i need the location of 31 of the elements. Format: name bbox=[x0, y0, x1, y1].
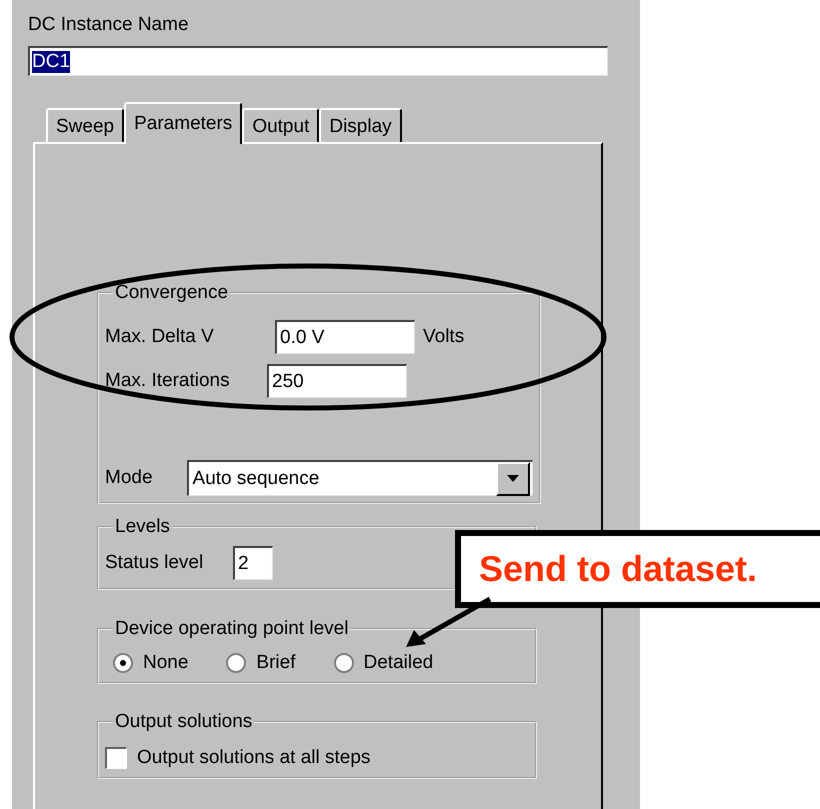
radio-label: None bbox=[143, 652, 188, 674]
radio-label: Brief bbox=[256, 652, 296, 674]
group-title: Levels bbox=[114, 516, 171, 538]
tab[interactable]: Parameters bbox=[124, 102, 242, 144]
radio-button[interactable] bbox=[226, 653, 246, 673]
field-label: Mode bbox=[105, 467, 153, 489]
checkbox-label: Output solutions at all steps bbox=[137, 747, 370, 769]
dropdown-button[interactable] bbox=[496, 462, 530, 496]
checkbox[interactable] bbox=[105, 747, 127, 769]
unit-label: Volts bbox=[423, 326, 464, 348]
arrow-icon bbox=[404, 596, 494, 648]
radio-button[interactable] bbox=[113, 653, 133, 673]
radio-label: Detailed bbox=[364, 652, 434, 674]
radio-button[interactable] bbox=[334, 653, 354, 673]
tab[interactable]: Display bbox=[319, 108, 402, 142]
max-delta-v-field[interactable]: 0.0 V bbox=[275, 320, 415, 354]
field-label: Max. Delta V bbox=[105, 326, 215, 348]
field-label: Max. Iterations bbox=[105, 370, 231, 392]
max-iterations-field[interactable]: 250 bbox=[267, 364, 407, 398]
tab[interactable]: Sweep bbox=[46, 108, 124, 142]
group-title: Device operating point level bbox=[114, 618, 350, 640]
group-title: Output solutions bbox=[114, 711, 254, 733]
tab[interactable]: Output bbox=[242, 108, 320, 142]
caret-icon bbox=[506, 475, 519, 482]
group-title: Convergence bbox=[114, 282, 230, 304]
callout-note: Send to dataset. bbox=[455, 530, 820, 608]
field-label: Status level bbox=[105, 552, 204, 574]
status-level-field[interactable]: 2 bbox=[233, 546, 273, 580]
field-label: DC Instance Name bbox=[28, 14, 190, 36]
mode-dropdown[interactable]: Auto sequence bbox=[186, 460, 533, 496]
instance-name-field[interactable]: DC1 bbox=[28, 46, 608, 76]
